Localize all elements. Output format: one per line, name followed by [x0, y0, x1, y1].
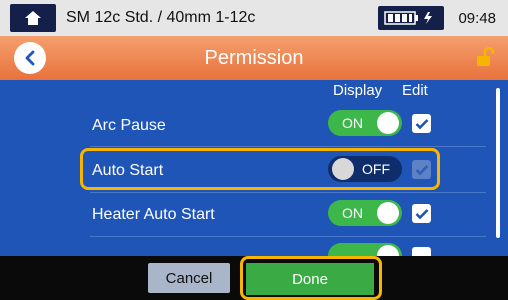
highlight-frame: [80, 148, 440, 190]
check-icon: [415, 118, 428, 129]
row-label-heater-auto-start: Heater Auto Start: [92, 206, 215, 223]
display-toggle-partial[interactable]: [328, 243, 402, 256]
row-divider: [90, 236, 486, 237]
page-title: Permission: [204, 46, 304, 69]
row-divider: [90, 192, 486, 193]
lock-button[interactable]: [474, 46, 496, 73]
chevron-left-icon: [25, 50, 35, 66]
battery-icon: [384, 11, 433, 25]
status-bar: SM 12c Std. / 40mm 1-12c 09:48: [0, 0, 508, 36]
row-label-arc-pause: Arc Pause: [92, 117, 166, 134]
row-divider: [90, 146, 486, 147]
title-bar: Permission: [0, 36, 508, 80]
highlight-frame: [240, 256, 382, 300]
toggle-knob: [377, 202, 399, 224]
permission-list: Display Edit Arc Pause ON Auto Start OFF…: [0, 80, 508, 256]
check-icon: [415, 208, 428, 219]
home-button[interactable]: [10, 4, 56, 32]
battery-indicator: [378, 6, 445, 30]
footer-bar: Cancel Done: [0, 256, 508, 300]
toggle-knob: [377, 112, 399, 134]
toggle-state: ON: [342, 205, 363, 221]
toggle-state: ON: [342, 115, 363, 131]
toggle-knob: [377, 245, 399, 256]
display-toggle-arc-pause[interactable]: ON: [328, 110, 402, 136]
column-header-edit: Edit: [402, 82, 428, 99]
unlock-icon: [477, 46, 495, 66]
home-icon: [25, 11, 41, 25]
column-header-display: Display: [333, 82, 383, 99]
edit-checkbox-arc-pause[interactable]: [412, 114, 431, 133]
splice-mode-title: SM 12c Std. / 40mm 1-12c: [66, 9, 256, 26]
scrollbar[interactable]: [496, 88, 500, 238]
back-button[interactable]: [14, 42, 46, 74]
cancel-button[interactable]: Cancel: [148, 263, 230, 293]
edit-checkbox-partial[interactable]: [412, 247, 431, 256]
display-toggle-heater-auto-start[interactable]: ON: [328, 200, 402, 226]
clock: 09:48: [458, 9, 496, 27]
edit-checkbox-heater-auto-start[interactable]: [412, 204, 431, 223]
